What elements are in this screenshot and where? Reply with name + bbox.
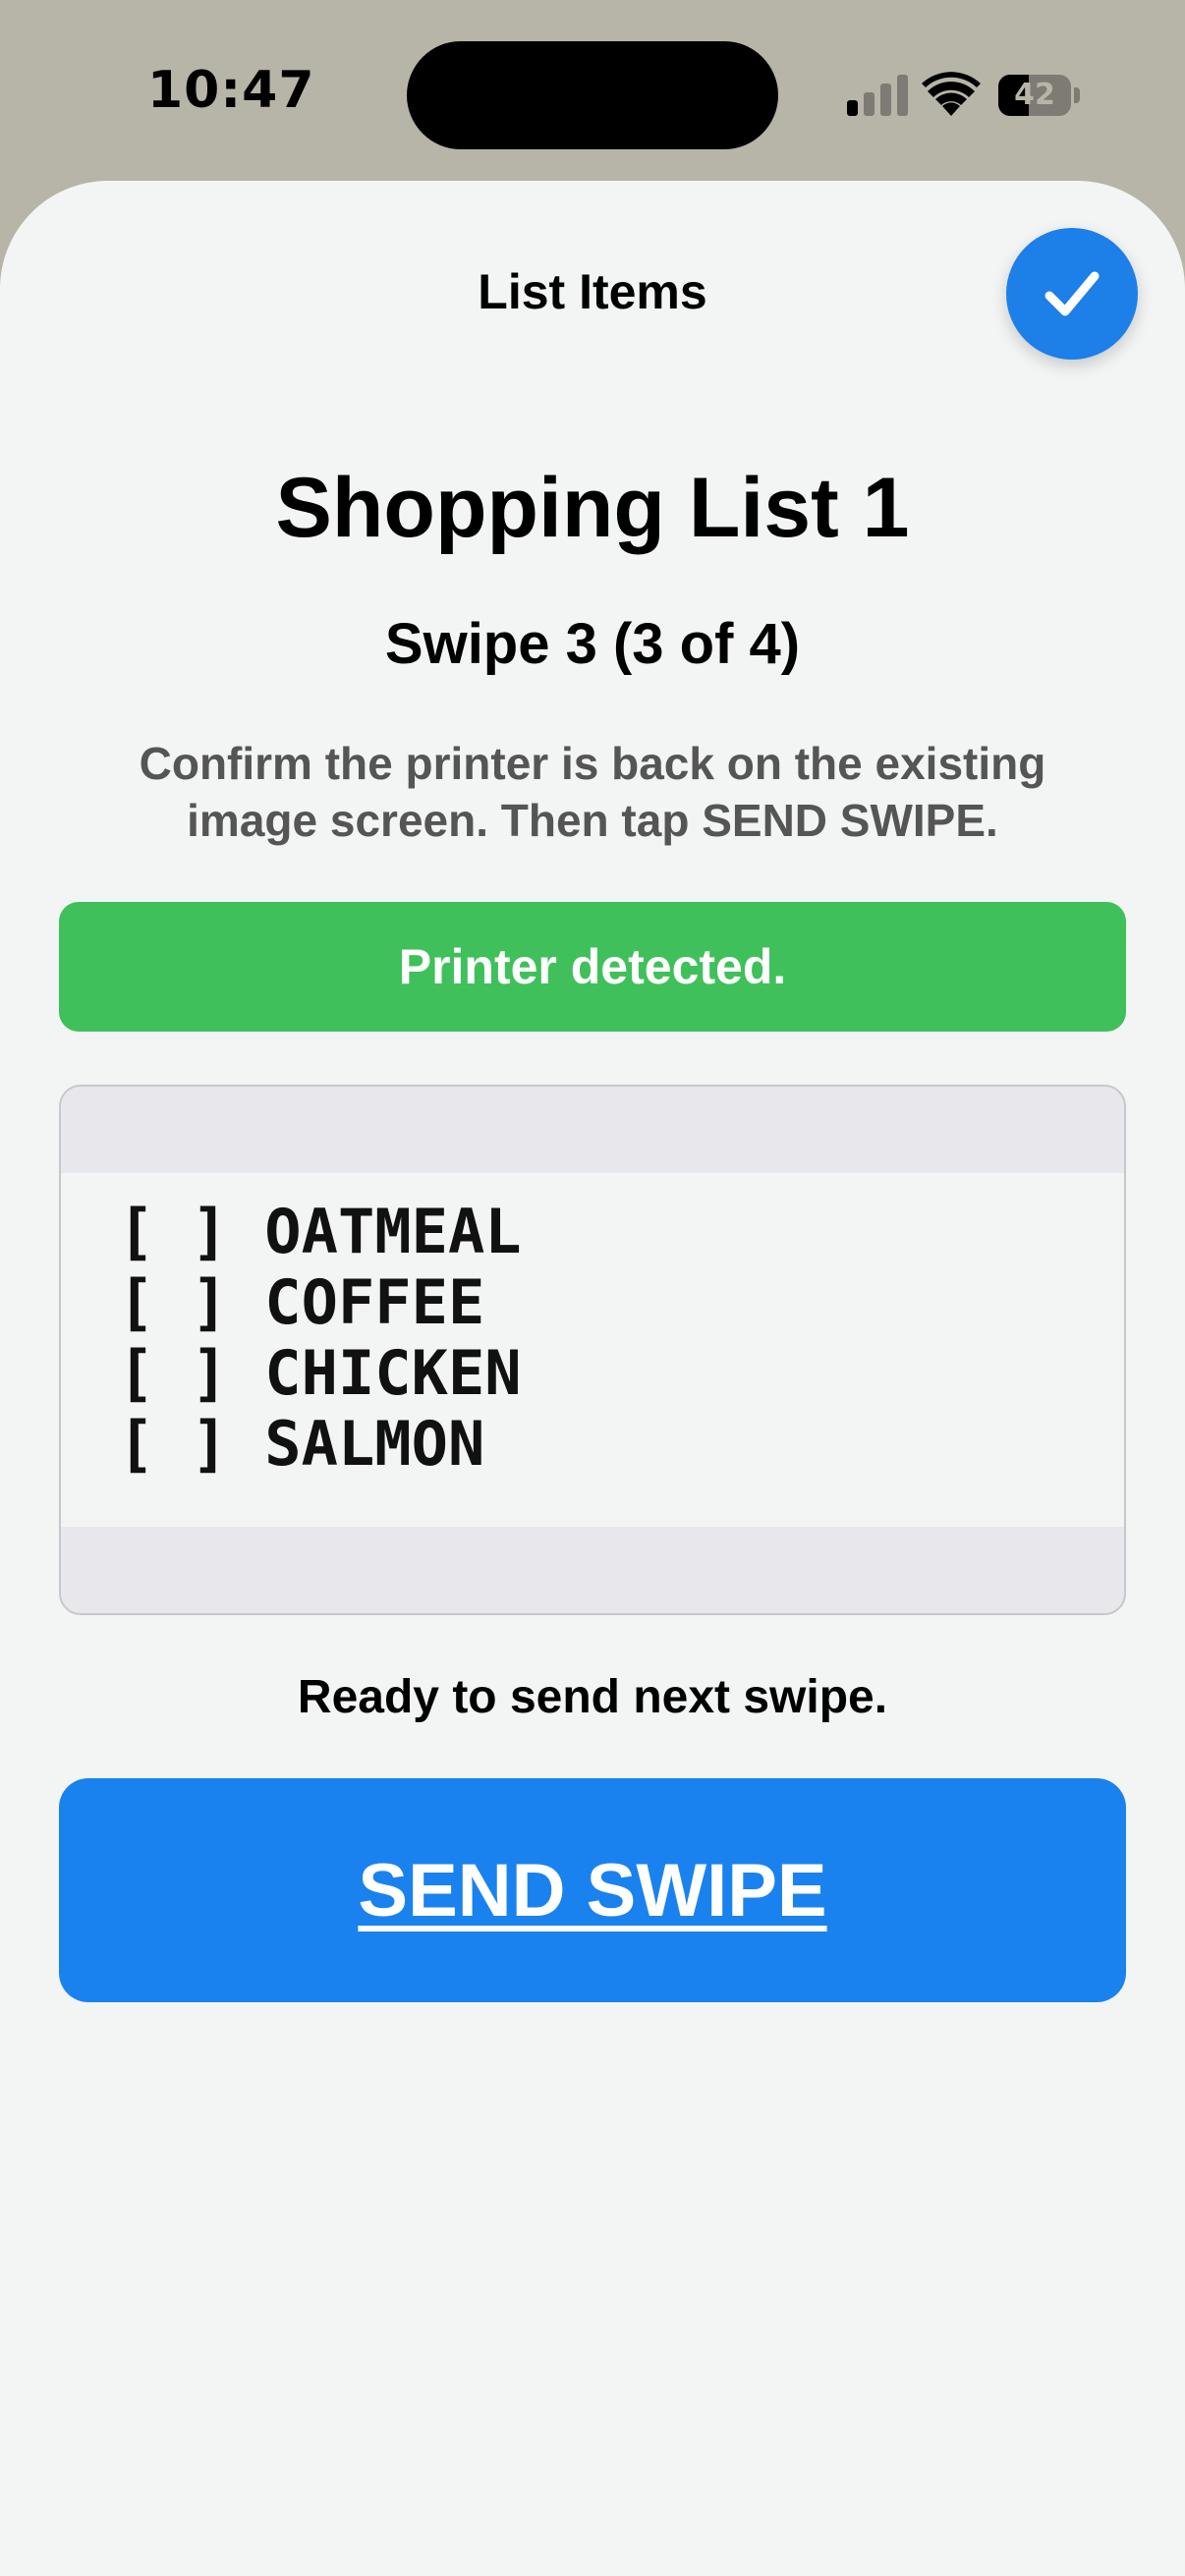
wifi-icon: [922, 72, 981, 116]
swipe-progress-label: Swipe 3 (3 of 4): [384, 612, 801, 676]
send-swipe-button-label: SEND SWIPE: [358, 1848, 827, 1932]
battery-level: 42: [1014, 78, 1055, 112]
done-button[interactable]: [1006, 228, 1138, 360]
cellular-signal-icon: [847, 75, 908, 116]
preview-list-item: [ ] COFFEE: [118, 1266, 485, 1338]
list-name-title: Shopping List 1: [275, 461, 910, 555]
send-swipe-button[interactable]: SEND SWIPE: [59, 1778, 1126, 2002]
preview-list-item: [ ] CHICKEN: [118, 1337, 522, 1409]
status-time: 10:47: [147, 61, 315, 120]
preview-list-item: [ ] OATMEAL: [118, 1196, 522, 1267]
instructions-text: Confirm the printer is back on the exist…: [139, 738, 1046, 846]
ready-status-text: Ready to send next swipe.: [297, 1671, 888, 1723]
status-bar: 10:47 42: [0, 0, 1185, 182]
dynamic-island: [407, 41, 778, 149]
preview-list: [ ] OATMEAL [ ] COFFEE [ ] CHICKEN [ ] S…: [118, 1197, 522, 1480]
battery-icon: 42: [998, 75, 1081, 116]
printer-status-banner: Printer detected.: [59, 902, 1126, 1032]
checkmark-icon: [1044, 271, 1100, 316]
print-preview: [ ] OATMEAL [ ] COFFEE [ ] CHICKEN [ ] S…: [59, 1085, 1126, 1615]
print-preview-paper: [ ] OATMEAL [ ] COFFEE [ ] CHICKEN [ ] S…: [61, 1173, 1124, 1527]
printer-status-text: Printer detected.: [398, 939, 787, 994]
preview-list-item: [ ] SALMON: [118, 1408, 485, 1480]
